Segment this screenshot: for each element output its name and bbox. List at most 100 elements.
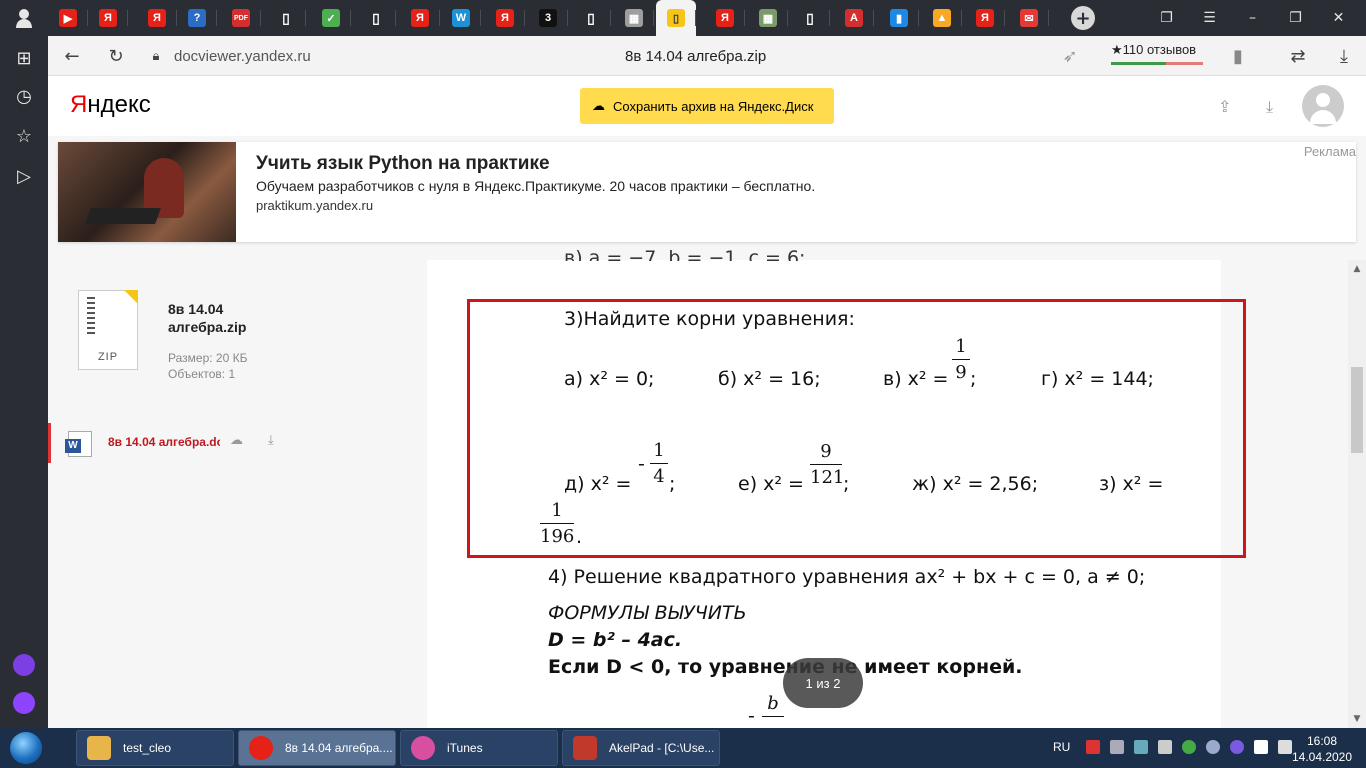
language-indicator[interactable]: RU — [1053, 740, 1070, 754]
start-button[interactable] — [4, 730, 48, 766]
ad-banner[interactable]: Учить язык Python на практике Обучаем ра… — [58, 142, 1356, 242]
taskbar-item[interactable]: 8в 14.04 алгебра.... — [238, 730, 396, 766]
browser-tab[interactable]: 3 — [528, 0, 568, 36]
browser-tab[interactable]: ✓ — [311, 0, 351, 36]
taskbar-item-label: test_cleo — [123, 741, 172, 755]
yandex-logo[interactable]: Яндекс — [70, 91, 151, 119]
reviews-badge[interactable]: ★110 отзывов — [1111, 42, 1196, 58]
taskbar-item[interactable]: AkelPad - [C:\Use... — [562, 730, 720, 766]
zen-icon[interactable] — [13, 654, 35, 676]
network-signal-icon[interactable] — [1158, 740, 1172, 754]
browser-tab[interactable]: ▦ — [614, 0, 654, 36]
save-to-disk-button[interactable]: ☁ Сохранить архив на Яндекс.Диск — [580, 88, 834, 124]
taskbar-app-icon — [87, 736, 111, 760]
browser-tab[interactable]: ▯ — [656, 0, 696, 36]
mute-icon[interactable] — [1110, 740, 1124, 754]
profile-icon[interactable] — [0, 0, 48, 36]
taskbar-item[interactable]: iTunes — [400, 730, 558, 766]
frac-e: 9 121 — [810, 441, 844, 488]
browser-tab[interactable]: ▯ — [571, 0, 611, 36]
download-icon[interactable]: ⤓ — [1332, 44, 1356, 68]
close-button[interactable]: ✕ — [1317, 0, 1360, 36]
ad-title[interactable]: Учить язык Python на практике — [256, 153, 550, 175]
document-icon: ▯ — [806, 9, 814, 26]
windows-taskbar: test_cleo 8в 14.04 алгебра.... iTunes AkelP… — [0, 728, 1366, 768]
browser-tab[interactable]: ▯ — [356, 0, 396, 36]
download-file-icon[interactable]: ⤓ — [268, 433, 286, 451]
dropbox-icon[interactable] — [1134, 740, 1148, 754]
taskbar-item-label: iTunes — [447, 741, 483, 755]
save-button-label: Сохранить архив на Яндекс.Диск — [613, 98, 814, 114]
three-icon: 3 — [539, 9, 557, 27]
next-formula-fraction: b — [762, 693, 784, 719]
archive-name: 8в 14.04 алгебра.zip — [168, 301, 247, 335]
share-icon[interactable]: ⇪ — [1218, 97, 1238, 117]
scroll-down-arrow-icon[interactable]: ▼ — [1351, 714, 1363, 724]
taskbar-app-icon — [573, 736, 597, 760]
flag-icon[interactable] — [1254, 740, 1268, 754]
taskbar-item[interactable]: test_cleo — [76, 730, 234, 766]
maximize-button[interactable]: ❐ — [1274, 0, 1317, 36]
nvidia-icon[interactable] — [1182, 740, 1196, 754]
menu-icon[interactable]: ☰ — [1188, 0, 1231, 36]
lock-icon[interactable]: 🔒︎ — [144, 44, 168, 68]
browser-tab[interactable]: Я — [485, 0, 525, 36]
bookmarks-star-icon[interactable]: ☆ — [12, 124, 36, 148]
file-list-item[interactable]: W 8в 14.04 алгебра.docx ☁ ⤓ — [48, 423, 298, 463]
frac-d: 14 — [650, 440, 668, 487]
frac-v-den: 9 — [955, 362, 967, 383]
ad-image[interactable] — [58, 142, 236, 242]
browser-tab[interactable]: Я — [400, 0, 440, 36]
taskbar-item-label: 8в 14.04 алгебра.... — [285, 741, 393, 755]
protect-icon[interactable]: ➶ — [1058, 44, 1082, 68]
tabs-manager-icon[interactable]: ❐ — [1145, 0, 1188, 36]
viber-icon[interactable] — [1230, 740, 1244, 754]
back-icon[interactable]: ← — [60, 44, 84, 68]
reload-icon[interactable]: ↻ — [104, 44, 128, 68]
browser-tab[interactable]: ▲ — [922, 0, 962, 36]
frac-d-den: 4 — [653, 466, 665, 487]
page-title: 8в 14.04 алгебра.zip — [625, 48, 767, 65]
browser-tab[interactable]: Я — [88, 0, 128, 36]
clock[interactable]: 16:08 14.04.2020 — [1287, 733, 1357, 765]
disk-icon: ☁ — [592, 98, 605, 113]
browser-tab[interactable]: ▯ — [266, 0, 306, 36]
browser-tab[interactable]: Я — [705, 0, 745, 36]
url-text[interactable]: docviewer.yandex.ru — [174, 48, 311, 65]
scrollbar-thumb[interactable] — [1351, 367, 1363, 453]
scroll-up-arrow-icon[interactable]: ▲ — [1351, 264, 1363, 274]
browser-tab[interactable]: ▦ — [748, 0, 788, 36]
update-icon[interactable] — [1206, 740, 1220, 754]
media-play-icon[interactable]: ▷ — [12, 164, 36, 188]
alice-icon[interactable] — [13, 692, 35, 714]
download-archive-icon[interactable]: ⤓ — [1266, 97, 1286, 117]
browser-tab[interactable]: Я — [137, 0, 177, 36]
eq-z: з) x² = — [1099, 473, 1164, 495]
selected-marker — [48, 423, 51, 463]
zip-file-icon: ZIP — [78, 290, 138, 370]
history-icon[interactable]: ◷ — [12, 84, 36, 108]
bookmark-icon[interactable]: ▮ — [1226, 44, 1250, 68]
apps-grid-icon[interactable]: ⊞ — [12, 46, 36, 70]
browser-tab[interactable]: Я — [965, 0, 1005, 36]
browser-tab[interactable]: ▮ — [879, 0, 919, 36]
task4-title: 4) Решение квадратного уравнения ax² + b… — [548, 566, 1146, 588]
browser-tab[interactable]: ▶ — [48, 0, 88, 36]
file-name[interactable]: 8в 14.04 алгебра.docx — [108, 435, 220, 449]
next-formula-minus: - — [748, 705, 755, 727]
highlight-frame — [467, 299, 1246, 558]
browser-tab[interactable]: ? — [177, 0, 217, 36]
yandex-tray-icon[interactable] — [1086, 740, 1100, 754]
browser-tab[interactable]: ✉ — [1009, 0, 1049, 36]
browser-tab[interactable]: A — [834, 0, 874, 36]
avatar[interactable] — [1302, 85, 1344, 127]
minimize-button[interactable]: – — [1231, 0, 1274, 36]
save-file-icon[interactable]: ☁ — [230, 433, 248, 451]
new-tab-button[interactable]: + — [1071, 6, 1095, 30]
browser-tab[interactable]: ▯ — [790, 0, 830, 36]
browser-tab[interactable]: PDF — [221, 0, 261, 36]
scrollbar-track[interactable] — [1348, 260, 1366, 728]
ad-url[interactable]: praktikum.yandex.ru — [256, 198, 373, 213]
translate-icon[interactable]: ⇄ — [1286, 44, 1310, 68]
browser-tab[interactable]: W — [441, 0, 481, 36]
